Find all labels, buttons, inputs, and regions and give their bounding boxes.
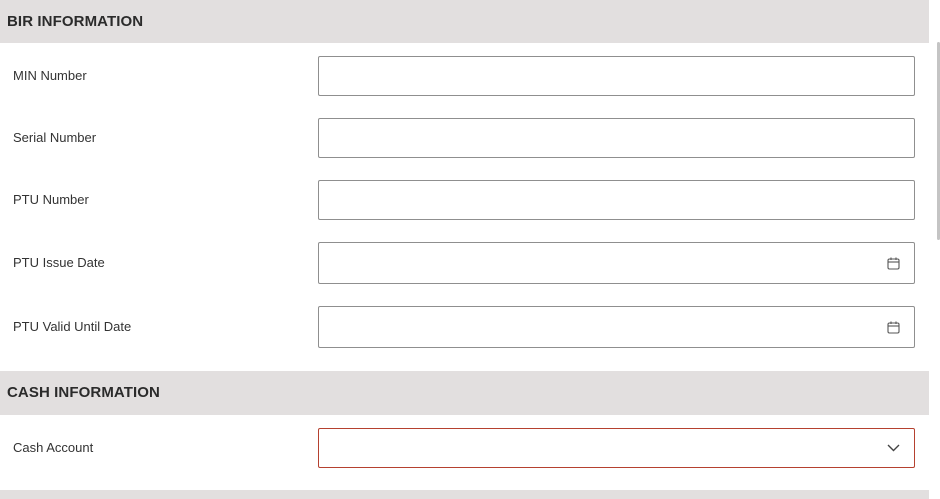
calendar-icon[interactable] [886,256,900,270]
ptu-issue-date-field[interactable] [318,242,915,284]
min-number-input[interactable] [319,57,914,95]
form-content: BIR INFORMATION MIN Number Serial Number… [0,0,929,499]
chevron-down-icon[interactable] [886,441,900,455]
ptu-valid-until-date-field[interactable] [318,306,915,348]
ptu-number-label: PTU Number [13,192,89,207]
ptu-valid-until-date-label: PTU Valid Until Date [13,319,132,334]
scrollbar[interactable] [929,0,940,499]
bir-information-header: BIR INFORMATION [0,0,929,43]
ptu-number-field[interactable] [318,180,915,220]
serial-number-label: Serial Number [13,130,97,145]
cash-account-label: Cash Account [13,440,94,455]
cash-account-value[interactable] [319,429,914,467]
calendar-icon[interactable] [886,320,900,334]
cash-account-select[interactable] [318,428,915,468]
ptu-number-input[interactable] [319,181,914,219]
ptu-issue-date-input[interactable] [319,243,914,283]
ptu-valid-until-date-input[interactable] [319,307,914,347]
serial-number-field[interactable] [318,118,915,158]
bir-information-title: BIR INFORMATION [7,13,144,30]
serial-number-input[interactable] [319,119,914,157]
ptu-issue-date-label: PTU Issue Date [13,255,105,270]
form-page: BIR INFORMATION MIN Number Serial Number… [0,0,940,499]
cash-information-header: CASH INFORMATION [0,371,929,415]
min-number-field[interactable] [318,56,915,96]
next-section-header [0,490,929,499]
min-number-label: MIN Number [13,68,87,83]
cash-information-title: CASH INFORMATION [7,384,160,401]
